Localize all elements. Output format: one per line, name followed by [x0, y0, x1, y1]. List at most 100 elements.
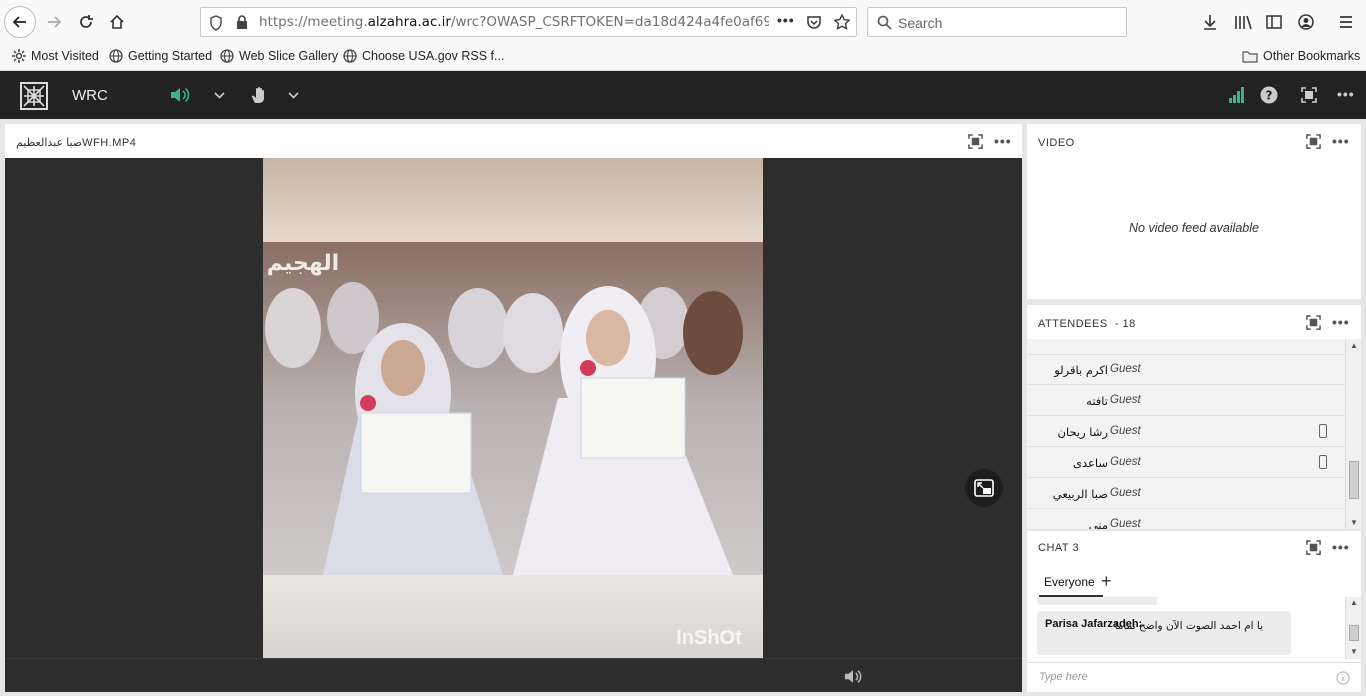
- attendee-role: Guest: [1110, 518, 1141, 529]
- home-button[interactable]: [101, 6, 133, 38]
- scroll-thumb[interactable]: [1349, 461, 1359, 499]
- video-pod-title: VIDEO: [1038, 137, 1075, 149]
- attendee-row-partial[interactable]: [1027, 339, 1345, 355]
- scroll-up-arrow-icon[interactable]: ▲: [1350, 598, 1358, 607]
- chat-scrollbar[interactable]: ▲ ▼: [1345, 597, 1361, 659]
- scroll-thumb[interactable]: [1349, 625, 1359, 641]
- picture-in-picture-button[interactable]: [965, 469, 1003, 507]
- pod-menu-icon[interactable]: •••: [1332, 539, 1350, 555]
- attendee-role: Guest: [1110, 456, 1141, 468]
- attendee-name: منی: [1088, 518, 1108, 529]
- bookmark-label: Other Bookmarks: [1263, 49, 1361, 63]
- attendee-row[interactable]: تافته Guest: [1027, 386, 1345, 416]
- chat-input-placeholder: Type here: [1039, 671, 1088, 683]
- shared-video-frame: الهجيم InShOt: [263, 158, 763, 658]
- logo-icon: [23, 85, 45, 107]
- gear-icon: [12, 49, 26, 63]
- bookmarks-toolbar: Most Visited Getting Started Web Slice G…: [0, 44, 1366, 71]
- share-pod-footer: [5, 658, 1022, 692]
- raise-hand-icon[interactable]: [250, 86, 268, 104]
- speaker-icon[interactable]: [170, 87, 190, 103]
- more-options-icon[interactable]: •••: [1337, 86, 1355, 102]
- attendee-list: اکرم باقرلو Guest تافته Guest رشا ریحان …: [1027, 339, 1345, 529]
- attendee-row[interactable]: منی Guest: [1027, 510, 1345, 529]
- bookmark-label: Getting Started: [128, 49, 213, 63]
- maximize-pod-icon[interactable]: [1306, 540, 1321, 555]
- page-actions-icon[interactable]: •••: [777, 12, 795, 28]
- back-button[interactable]: [4, 6, 36, 38]
- attendee-name: صبا الربیعي: [1052, 487, 1108, 501]
- attendees-pod: ATTENDEES - 18 ••• اکرم باقرلو Guest تاف…: [1027, 305, 1361, 529]
- attendee-row[interactable]: ساعدی Guest: [1027, 448, 1345, 478]
- attendee-role: Guest: [1110, 394, 1141, 406]
- scroll-down-arrow-icon[interactable]: ▼: [1350, 647, 1358, 656]
- shared-video-image: الهجيم InShOt: [263, 158, 763, 658]
- search-bar[interactable]: Search: [867, 7, 1127, 37]
- maximize-pod-icon[interactable]: [1306, 134, 1321, 149]
- chat-pod: CHAT 3 ••• Everyone + Parisa Jafarzadeh:…: [1027, 531, 1361, 692]
- help-icon[interactable]: ?: [1260, 86, 1278, 104]
- volume-icon[interactable]: [844, 669, 862, 684]
- video-watermark-bottom: InShOt: [676, 627, 742, 649]
- pod-menu-icon[interactable]: •••: [1332, 314, 1350, 330]
- bookmark-usa-gov[interactable]: Choose USA.gov RSS f...: [343, 49, 504, 63]
- pod-menu-icon[interactable]: •••: [994, 133, 1012, 149]
- app-logo: [20, 82, 48, 110]
- library-icon[interactable]: [1234, 14, 1252, 30]
- account-icon[interactable]: [1298, 14, 1314, 30]
- attendee-scrollbar[interactable]: ▲ ▼: [1345, 339, 1361, 529]
- maximize-pod-icon[interactable]: [1306, 315, 1321, 330]
- pocket-icon[interactable]: [806, 14, 822, 30]
- attendee-name: رشا ریحان: [1057, 425, 1108, 439]
- attendee-name: تافته: [1086, 394, 1108, 408]
- address-bar[interactable]: https://meeting.alzahra.ac.ir/wrc?OWASP_…: [200, 7, 857, 37]
- chat-messages: Parisa Jafarzadeh: یا ام احمد الصوت الآن…: [1027, 597, 1345, 659]
- chat-tab-everyone[interactable]: Everyone: [1044, 575, 1095, 589]
- attendees-pod-title: ATTENDEES - 18: [1038, 318, 1136, 330]
- attendee-row[interactable]: اکرم باقرلو Guest: [1027, 355, 1345, 385]
- bookmark-getting-started[interactable]: Getting Started: [109, 49, 212, 63]
- other-bookmarks[interactable]: Other Bookmarks: [1242, 49, 1360, 63]
- mobile-device-icon: [1319, 424, 1327, 438]
- share-pod: صبا عبدالعظیمWFH.MP4 ••• الهجيم InShOt: [5, 124, 1022, 692]
- bookmark-label: Choose USA.gov RSS f...: [362, 49, 505, 63]
- reload-button[interactable]: [70, 6, 102, 38]
- sidebar-icon[interactable]: [1266, 14, 1282, 30]
- attendee-role: Guest: [1110, 425, 1141, 437]
- scroll-up-arrow-icon[interactable]: ▲: [1350, 341, 1358, 350]
- chat-input[interactable]: Type here: [1027, 662, 1361, 692]
- add-chat-tab-icon[interactable]: +: [1101, 571, 1112, 592]
- attendee-role: Guest: [1110, 363, 1141, 375]
- bookmark-star-icon[interactable]: [834, 14, 850, 30]
- forward-button[interactable]: [38, 6, 70, 38]
- attendee-row[interactable]: رشا ریحان Guest: [1027, 417, 1345, 447]
- arrow-right-icon: [48, 16, 62, 28]
- video-pod: VIDEO ••• No video feed available: [1027, 124, 1361, 299]
- app-header: WRC ? •••: [0, 71, 1366, 119]
- attendee-name: ساعدی: [1072, 456, 1108, 470]
- message-text: یا ام احمد الصوت الآن واضح تماما: [1114, 620, 1263, 632]
- shield-icon: [210, 15, 222, 31]
- lock-icon: [237, 15, 247, 29]
- chat-pod-title: CHAT 3: [1038, 542, 1080, 554]
- download-icon[interactable]: [1202, 14, 1218, 30]
- pip-icon: [974, 479, 994, 497]
- info-icon[interactable]: [1336, 671, 1350, 685]
- fullscreen-icon[interactable]: [1301, 87, 1317, 103]
- scroll-down-arrow-icon[interactable]: ▼: [1350, 518, 1358, 527]
- bookmark-label: Web Slice Gallery: [239, 49, 339, 63]
- bookmark-most-visited[interactable]: Most Visited: [12, 49, 99, 63]
- attendee-row[interactable]: صبا الربیعي Guest: [1027, 479, 1345, 509]
- globe-icon: [343, 49, 357, 63]
- bookmark-web-slice-gallery[interactable]: Web Slice Gallery: [220, 49, 338, 63]
- search-placeholder: Search: [898, 15, 943, 31]
- chevron-down-icon[interactable]: [214, 92, 225, 99]
- attendee-role: Guest: [1110, 487, 1141, 499]
- maximize-pod-icon[interactable]: [968, 134, 983, 149]
- chevron-down-icon[interactable]: [288, 92, 299, 99]
- browser-toolbar: https://meeting.alzahra.ac.ir/wrc?OWASP_…: [0, 0, 1366, 44]
- pod-menu-icon[interactable]: •••: [1332, 133, 1350, 149]
- menu-icon[interactable]: [1338, 14, 1354, 30]
- app-title: WRC: [72, 87, 108, 104]
- chat-message: Parisa Jafarzadeh: یا ام احمد الصوت الآن…: [1037, 611, 1291, 655]
